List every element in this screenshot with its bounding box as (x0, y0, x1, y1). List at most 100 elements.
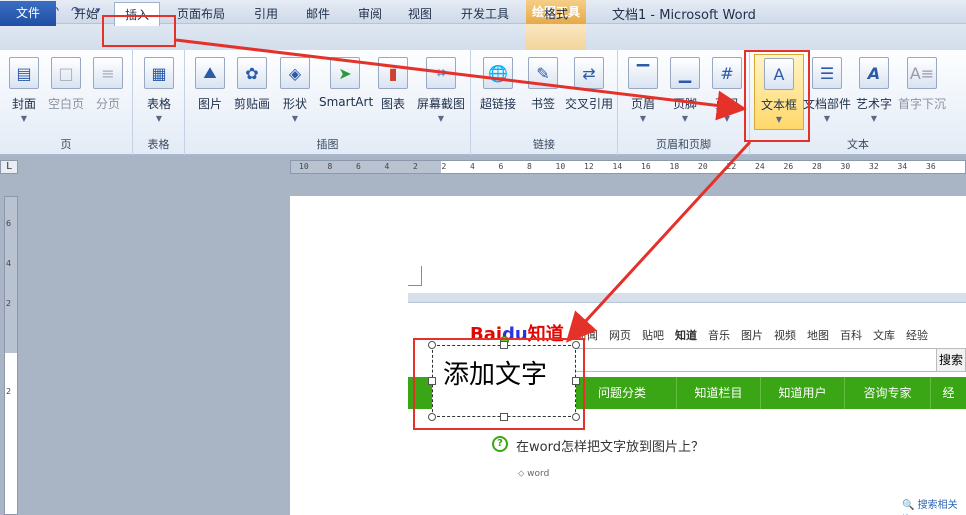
ruler-margin-left (291, 161, 441, 173)
hyperlink-button[interactable]: 🌐 超链接 (474, 54, 522, 134)
chevron-down-icon: ▼ (723, 114, 731, 123)
table-icon: ▦ (144, 57, 174, 89)
drop-cap-label: 首字下沉 (897, 97, 946, 111)
vruler-tick: 6 (6, 219, 12, 228)
hruler-tick: 4 (384, 162, 390, 171)
chevron-down-icon: ▼ (681, 114, 689, 123)
hruler-tick: 14 (612, 162, 623, 171)
chevron-down-icon: ▼ (870, 114, 878, 123)
tab-page-layout[interactable]: 页面布局 (170, 2, 232, 26)
hruler-tick: 36 (926, 162, 936, 171)
drop-cap-button[interactable]: A≡ 首字下沉 (896, 54, 948, 134)
green-tab: 知道用户 (760, 377, 844, 409)
chart-icon: ▮ (378, 57, 408, 89)
chevron-down-icon: ▼ (155, 114, 163, 123)
hruler-tick: 28 (812, 162, 822, 171)
hyperlink-label: 超链接 (479, 97, 516, 111)
hruler-tick: 6 (498, 162, 504, 171)
group-tables: ▦ 表格 ▼ 表格 (133, 50, 185, 155)
group-label-tables: 表格 (147, 138, 170, 151)
word-window: W ▣ ↶ ↷ ▾ 绘图工具 文档1 - Microsoft Word 文件 开… (0, 0, 966, 515)
green-tab: 经 (930, 377, 966, 409)
wordart-button[interactable]: A 艺术字 ▼ (852, 54, 896, 134)
page-break-icon: ≡ (93, 57, 123, 89)
hruler-tick: 26 (783, 162, 794, 171)
ruler-bar: L 10 8 6 4 2 2 4 6 8 10 12 14 16 18 20 22 24 26 28 30 32 34 36 (0, 156, 966, 178)
tag-icon: ⬦ word (518, 469, 550, 479)
page-break-label: 分页 (95, 97, 120, 111)
annotation-box-textbox-button (744, 50, 810, 142)
more-link: 🔍 搜索相关资 (902, 500, 958, 511)
tab-file[interactable]: 文件 (0, 1, 56, 26)
chart-label: 图表 (380, 97, 405, 111)
nav-item: 视频 (774, 329, 796, 342)
clipart-label: 剪贴画 (233, 97, 270, 111)
footer-icon: ▁ (670, 57, 700, 89)
blank-page-button[interactable]: □ 空白页 (44, 54, 88, 134)
wordart-icon: A (859, 57, 889, 89)
clipart-icon: ✿ (237, 57, 267, 89)
screenshot-icon: ⌗ (426, 57, 456, 89)
tab-home[interactable]: 开始 (66, 2, 106, 26)
nav-item: 图片 (741, 329, 763, 342)
page-number-button[interactable]: # 页码 ▼ (705, 54, 749, 134)
group-label-header-footer: 页眉和页脚 (656, 138, 711, 151)
chart-button[interactable]: ▮ 图表 (371, 54, 415, 134)
hruler-tick: 6 (356, 162, 361, 171)
tab-references[interactable]: 引用 (246, 2, 286, 26)
shapes-button[interactable]: ◈ 形状 ▼ (273, 54, 317, 134)
cross-reference-button[interactable]: ⇄ 交叉引用 (563, 54, 615, 134)
hruler-tick: 34 (897, 162, 908, 171)
picture-button[interactable]: ⛰ 图片 (188, 54, 232, 134)
hruler-tick: 2 (441, 162, 447, 171)
group-label-links: 链接 (533, 138, 555, 151)
hruler-tick: 18 (669, 162, 680, 171)
screenshot-button[interactable]: ⌗ 屏幕截图 ▼ (415, 54, 467, 134)
header-label: 页眉 (630, 97, 655, 111)
header-button[interactable]: ▔ 页眉 ▼ (621, 54, 665, 134)
tab-format[interactable]: 格式 (534, 2, 578, 26)
bookmark-label: 书签 (530, 97, 555, 111)
question-title: 在word怎样把文字放到图片上？ (516, 440, 704, 455)
page-break-button[interactable]: ≡ 分页 (86, 54, 130, 134)
margin-corner-mark (408, 266, 422, 286)
group-label-pages: 页 (60, 138, 72, 151)
tab-selector-icon[interactable]: L (0, 160, 18, 174)
smartart-label: SmartArt (319, 95, 374, 109)
blank-page-label: 空白页 (47, 97, 84, 111)
hruler-tick: 12 (584, 162, 594, 171)
tab-mailings[interactable]: 邮件 (298, 2, 338, 26)
vertical-ruler[interactable]: 6 4 2 2 (4, 196, 18, 515)
group-label-illustrations: 插图 (316, 138, 339, 151)
picture-label: 图片 (197, 97, 222, 111)
hyperlink-icon: 🌐 (483, 57, 513, 89)
hruler-tick: 30 (840, 162, 851, 171)
clipart-button[interactable]: ✿ 剪贴画 (230, 54, 274, 134)
header-icon: ▔ (628, 57, 658, 89)
tab-developer[interactable]: 开发工具 (452, 2, 518, 26)
hruler-tick: 32 (869, 162, 879, 171)
table-label: 表格 (146, 97, 171, 111)
nav-item: 知道 (675, 329, 697, 342)
table-button[interactable]: ▦ 表格 ▼ (137, 54, 181, 134)
tab-review[interactable]: 审阅 (350, 2, 390, 26)
smartart-button[interactable]: ➤ SmartArt (319, 54, 374, 134)
footer-button[interactable]: ▁ 页脚 ▼ (663, 54, 707, 134)
cover-page-button[interactable]: ▤ 封面 ▼ (2, 54, 46, 134)
hruler-tick: 10 (555, 162, 566, 171)
footer-label: 页脚 (672, 97, 697, 111)
cover-page-label: 封面 (11, 97, 36, 111)
window-title: 文档1 - Microsoft Word (612, 8, 756, 23)
horizontal-ruler[interactable]: 10 8 6 4 2 2 4 6 8 10 12 14 16 18 20 22 24 26 28 30 32 34 36 (290, 160, 966, 174)
group-pages: ▤ 封面 ▼ □ 空白页 ≡ 分页 页 (0, 50, 133, 155)
nav-item: 地图 (807, 329, 829, 342)
nav-item: 音乐 (708, 329, 730, 342)
tab-view[interactable]: 视图 (400, 2, 440, 26)
picture-icon: ⛰ (195, 57, 225, 89)
bookmark-button[interactable]: ✎ 书签 (521, 54, 565, 134)
quick-parts-icon: ☰ (812, 57, 842, 89)
cross-reference-label: 交叉引用 (564, 97, 613, 111)
image-top-strip (408, 293, 966, 303)
nav-item: 贴吧 (642, 329, 664, 342)
nav-item: 网页 (609, 329, 631, 342)
